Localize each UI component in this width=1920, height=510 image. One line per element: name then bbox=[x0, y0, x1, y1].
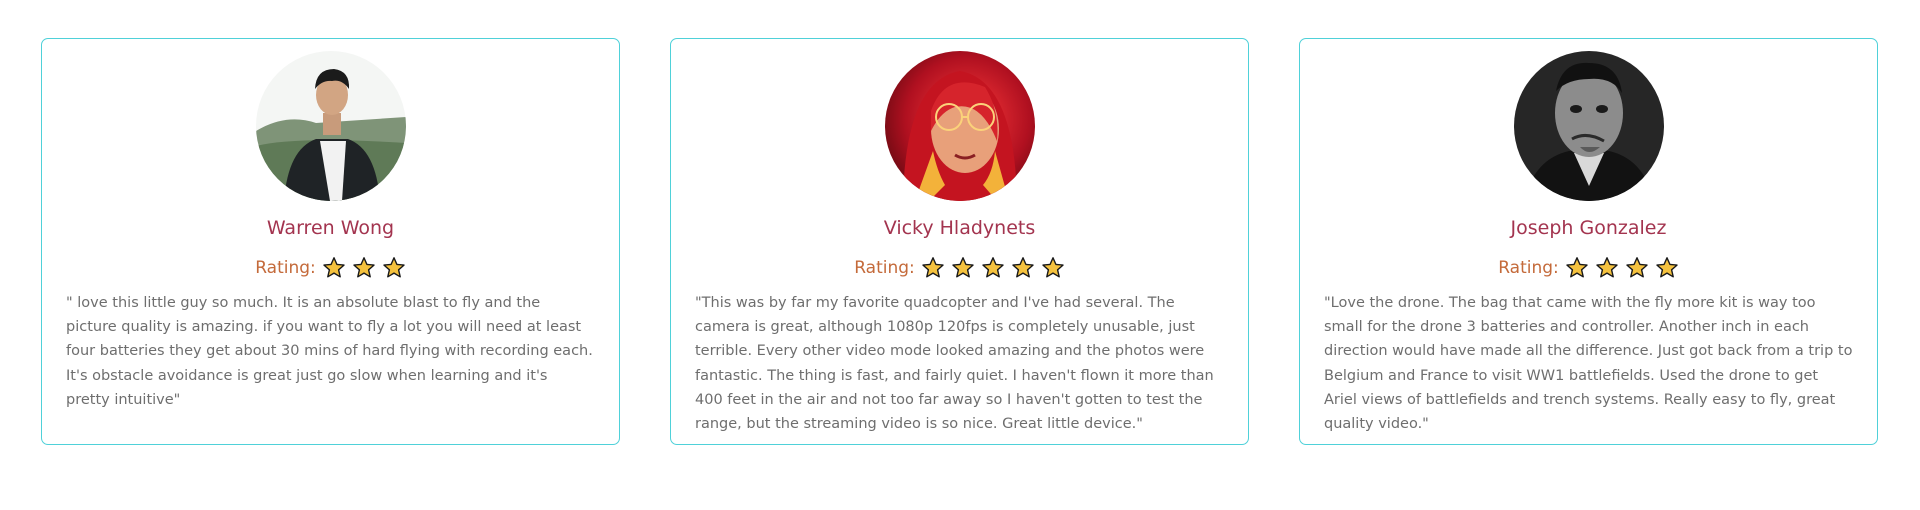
rating: Rating: bbox=[854, 255, 1065, 281]
review-text: "This was by far my favorite quadcopter … bbox=[695, 295, 1214, 433]
review-text: " love this little guy so much. It is an… bbox=[66, 295, 593, 408]
star-icon bbox=[1042, 257, 1064, 278]
star-rating bbox=[1565, 256, 1679, 280]
rating-label: Rating: bbox=[854, 258, 915, 278]
avatar bbox=[1513, 51, 1664, 201]
avatar bbox=[884, 51, 1035, 201]
review-card: Joseph Gonzalez Rating: "Love the drone.… bbox=[1299, 38, 1878, 445]
avatar-photo-vicky bbox=[884, 51, 1035, 201]
review-text: "Love the drone. The bag that came with … bbox=[1324, 295, 1853, 433]
avatar-photo-joseph bbox=[1513, 51, 1664, 201]
star-icon bbox=[1566, 257, 1588, 278]
rating-label: Rating: bbox=[1498, 258, 1559, 278]
star-icon bbox=[1656, 257, 1678, 278]
reviewer-name: Vicky Hladynets bbox=[883, 217, 1036, 239]
review-card: Vicky Hladynets Rating: "This was by far… bbox=[670, 38, 1249, 445]
avatar bbox=[255, 51, 406, 201]
star-icon bbox=[1012, 257, 1034, 278]
star-icon bbox=[353, 257, 375, 278]
rating-label: Rating: bbox=[255, 258, 316, 278]
rating: Rating: bbox=[255, 255, 406, 281]
star-rating bbox=[322, 256, 406, 280]
star-icon bbox=[922, 257, 944, 278]
avatar-photo-warren bbox=[255, 51, 406, 201]
reviewer-name: Warren Wong bbox=[266, 217, 395, 239]
star-icon bbox=[982, 257, 1004, 278]
star-icon bbox=[323, 257, 345, 278]
star-icon bbox=[383, 257, 405, 278]
star-icon bbox=[952, 257, 974, 278]
star-icon bbox=[1596, 257, 1618, 278]
star-rating bbox=[921, 256, 1065, 280]
review-card: Warren Wong Rating: " love this little g… bbox=[41, 38, 620, 445]
rating: Rating: bbox=[1498, 255, 1679, 281]
reviewer-name: Joseph Gonzalez bbox=[1510, 217, 1667, 239]
testimonials-row: Warren Wong Rating: " love this little g… bbox=[41, 38, 1878, 445]
star-icon bbox=[1626, 257, 1648, 278]
